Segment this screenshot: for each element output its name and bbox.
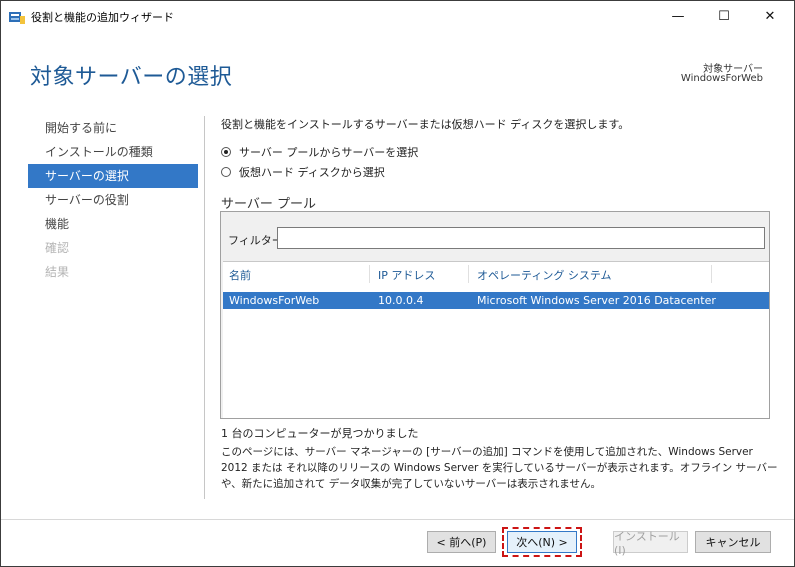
install-button: インストール(I) [613, 530, 688, 557]
nav-item-server-roles[interactable]: サーバーの役割 [28, 188, 198, 212]
wizard-nav: 開始する前に インストールの種類 サーバーの選択 サーバーの役割 機能 確認 結… [28, 116, 198, 284]
nav-item-features[interactable]: 機能 [28, 212, 198, 236]
column-separator[interactable] [711, 265, 712, 283]
cell-ip-address: 10.0.0.4 [378, 294, 424, 307]
minimize-icon: — [671, 9, 685, 24]
close-button[interactable]: ✕ [747, 1, 793, 32]
previous-button[interactable]: < 前へ(P) [427, 531, 496, 553]
server-pool-heading: サーバー プール [221, 197, 317, 212]
minimize-button[interactable]: — [655, 1, 701, 32]
nav-item-confirmation: 確認 [45, 241, 70, 255]
radio-virtual-hard-disk[interactable]: 仮想ハード ディスクから選択 [221, 164, 385, 180]
nav-item-before-you-begin[interactable]: 開始する前に [28, 116, 198, 140]
wizard-window: 役割と機能の追加ウィザード — ☐ ✕ 対象サーバーの選択 対象サーバー Win… [0, 0, 795, 567]
window-title: 役割と機能の追加ウィザード [31, 11, 174, 24]
radio-server-pool[interactable]: サーバー プールからサーバーを選択 [221, 144, 418, 160]
column-header-name[interactable]: 名前 [229, 267, 251, 283]
grid-header: 名前 IP アドレス オペレーティング システム [223, 262, 769, 286]
server-grid[interactable]: 名前 IP アドレス オペレーティング システム WindowsForWeb 1… [223, 261, 769, 418]
page-description: 役割と機能をインストールするサーバーまたは仮想ハード ディスクを選択します。 [221, 118, 630, 131]
info-note: このページには、サーバー マネージャーの [サーバーの追加] コマンドを使用して… [221, 446, 778, 490]
radio-checked-icon [221, 147, 231, 157]
radio-server-pool-label: サーバー プールからサーバーを選択 [239, 146, 419, 159]
nav-divider [204, 116, 205, 499]
destination-server-name: WindowsForWeb [680, 73, 763, 84]
radio-virtual-hard-disk-label: 仮想ハード ディスクから選択 [239, 166, 385, 179]
page-title: 対象サーバーの選択 [30, 65, 233, 90]
column-separator[interactable] [369, 265, 370, 283]
cell-operating-system: Microsoft Windows Server 2016 Datacenter [477, 294, 716, 307]
found-count-text: 1 台のコンピューターが見つかりました [221, 427, 419, 440]
title-bar: 役割と機能の追加ウィザード — ☐ ✕ [1, 1, 794, 32]
filter-input[interactable] [277, 227, 765, 249]
table-row[interactable]: WindowsForWeb 10.0.0.4 Microsoft Windows… [223, 292, 769, 309]
nav-item-installation-type[interactable]: インストールの種類 [28, 140, 198, 164]
nav-item-results: 結果 [45, 265, 70, 279]
cell-server-name: WindowsForWeb [229, 294, 320, 307]
column-separator[interactable] [468, 265, 469, 283]
column-header-os[interactable]: オペレーティング システム [477, 267, 612, 283]
cancel-button[interactable]: キャンセル [695, 531, 771, 553]
maximize-icon: ☐ [718, 9, 730, 24]
server-pool-panel: フィルター: 名前 IP アドレス オペレーティング システム WindowsF… [220, 211, 770, 419]
server-manager-icon [9, 12, 25, 24]
radio-unchecked-icon [221, 167, 231, 177]
footer-divider [1, 519, 794, 520]
nav-item-server-selection[interactable]: サーバーの選択 [28, 164, 198, 188]
column-header-ip[interactable]: IP アドレス [378, 267, 435, 283]
close-icon: ✕ [764, 9, 776, 24]
next-button[interactable]: 次へ(N) > [507, 531, 577, 553]
maximize-button[interactable]: ☐ [701, 1, 747, 32]
